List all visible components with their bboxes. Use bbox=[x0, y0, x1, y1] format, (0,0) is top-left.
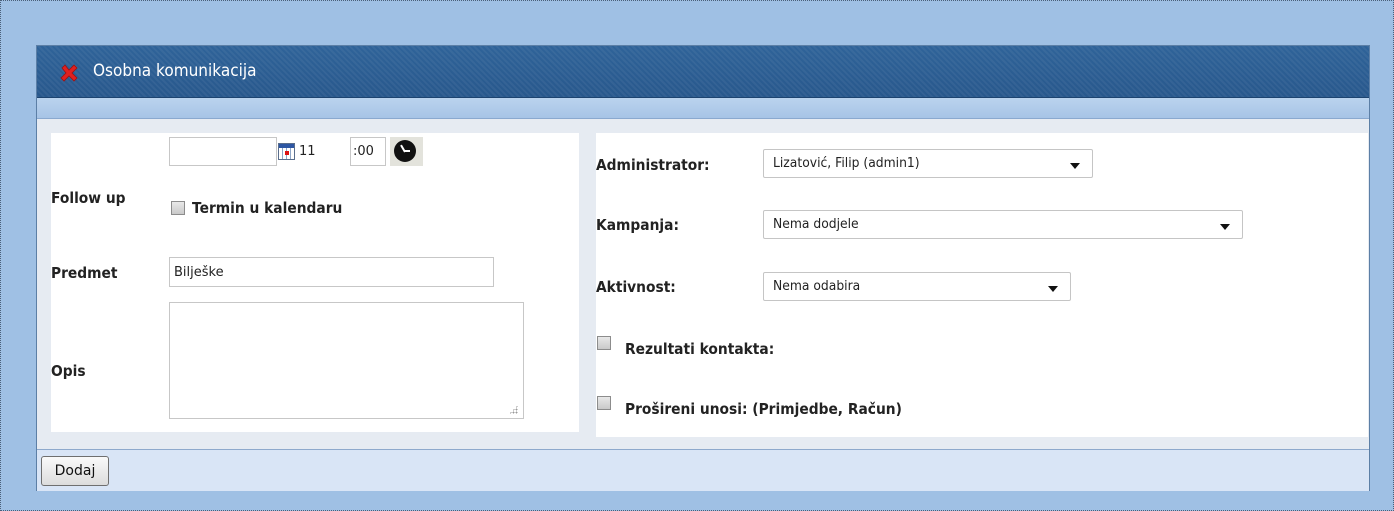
subject-input[interactable] bbox=[169, 257, 494, 287]
chevron-down-icon bbox=[1070, 163, 1080, 169]
osobna-komunikacija-panel: Osobna komunikacija Follow up Termin u k… bbox=[36, 45, 1370, 491]
administrator-selected-value: Lizatović, Filip (admin1) bbox=[773, 156, 920, 171]
calendar-term-checkbox[interactable] bbox=[171, 201, 185, 215]
add-button[interactable]: Dodaj bbox=[41, 456, 109, 486]
left-form-section: Follow up Termin u kalendaru Predmet Opi… bbox=[51, 133, 579, 432]
chevron-down-icon bbox=[1220, 224, 1230, 230]
calendar-term-label: Termin u kalendaru bbox=[192, 199, 343, 217]
follow-up-date-input[interactable] bbox=[169, 137, 277, 166]
administrator-label: Administrator: bbox=[596, 156, 710, 174]
close-x-icon[interactable] bbox=[59, 63, 79, 83]
form-body: Follow up Termin u kalendaru Predmet Opi… bbox=[37, 119, 1369, 449]
activity-select[interactable]: Nema odabira bbox=[763, 272, 1071, 301]
activity-selected-value: Nema odabira bbox=[773, 279, 861, 294]
description-label: Opis bbox=[51, 362, 86, 380]
right-form-section: Administrator: Lizatović, Filip (admin1)… bbox=[596, 133, 1368, 437]
panel-subbar bbox=[37, 98, 1369, 119]
activity-label: Aktivnost: bbox=[596, 278, 676, 296]
calendar-icon[interactable] bbox=[278, 143, 295, 160]
follow-up-hour-input[interactable] bbox=[295, 137, 345, 166]
subject-label: Predmet bbox=[51, 264, 118, 282]
contact-results-checkbox[interactable] bbox=[597, 336, 611, 350]
clock-icon bbox=[394, 140, 416, 162]
campaign-selected-value: Nema dodjele bbox=[773, 217, 859, 232]
clock-button[interactable] bbox=[390, 137, 423, 166]
campaign-select[interactable]: Nema dodjele bbox=[763, 210, 1243, 239]
chevron-down-icon bbox=[1048, 286, 1058, 292]
campaign-label: Kampanja: bbox=[596, 216, 679, 234]
extended-entries-checkbox[interactable] bbox=[597, 396, 611, 410]
panel-title: Osobna komunikacija bbox=[93, 61, 257, 81]
panel-footer: Dodaj bbox=[37, 449, 1369, 491]
panel-titlebar: Osobna komunikacija bbox=[37, 46, 1369, 98]
description-textarea[interactable] bbox=[169, 302, 524, 419]
administrator-select[interactable]: Lizatović, Filip (admin1) bbox=[763, 149, 1093, 178]
extended-entries-label: Prošireni unosi: (Primjedbe, Račun) bbox=[625, 400, 902, 418]
contact-results-label: Rezultati kontakta: bbox=[625, 340, 775, 358]
follow-up-minute-input[interactable] bbox=[350, 137, 386, 166]
follow-up-label: Follow up bbox=[51, 189, 126, 207]
